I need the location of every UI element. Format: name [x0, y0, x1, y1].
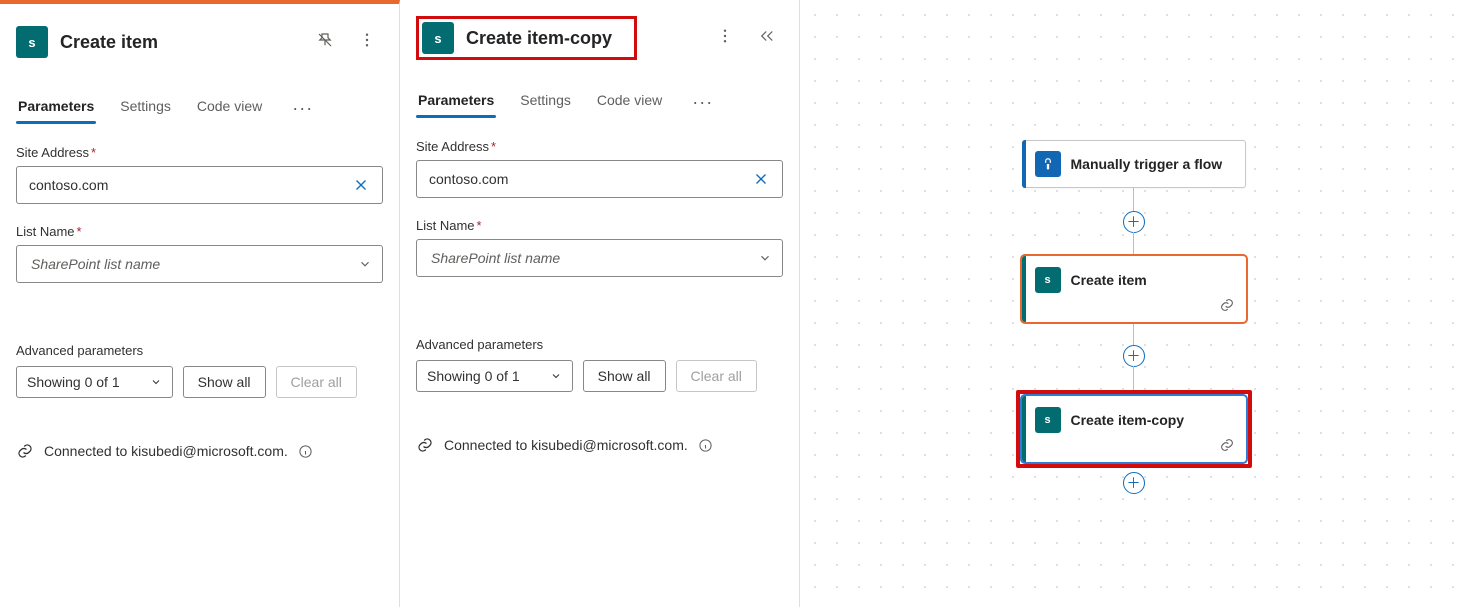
advanced-showing-select[interactable]: Showing 0 of 1	[416, 360, 573, 392]
tabs-overflow-icon[interactable]: ···	[286, 94, 319, 123]
field-list-name: List Name* SharePoint list name	[416, 218, 783, 277]
add-step-button[interactable]: ＋	[1123, 345, 1145, 367]
required-star: *	[77, 224, 82, 239]
list-name-select[interactable]: SharePoint list name	[16, 245, 383, 283]
node-title: Create item	[1071, 271, 1147, 289]
label-text: List Name	[416, 218, 475, 233]
advanced-parameters: Advanced parameters Showing 0 of 1 Show …	[16, 343, 383, 398]
more-icon[interactable]	[353, 26, 381, 54]
sharepoint-icon: s	[1035, 267, 1061, 293]
sharepoint-icon: s	[1035, 407, 1061, 433]
connection-row: Connected to kisubedi@microsoft.com.	[416, 436, 783, 454]
required-star: *	[91, 145, 96, 160]
clear-icon[interactable]	[348, 172, 374, 198]
site-address-input[interactable]	[429, 171, 748, 187]
advanced-title: Advanced parameters	[416, 337, 783, 352]
advanced-showing-select[interactable]: Showing 0 of 1	[16, 366, 173, 398]
tab-settings[interactable]: Settings	[518, 86, 573, 118]
label-text: Site Address	[416, 139, 489, 154]
advanced-showing-text: Showing 0 of 1	[27, 374, 120, 390]
connection-text: Connected to kisubedi@microsoft.com.	[44, 443, 288, 459]
advanced-title: Advanced parameters	[16, 343, 383, 358]
more-icon[interactable]	[711, 22, 739, 50]
site-address-label: Site Address*	[416, 139, 783, 154]
node-create-item-copy[interactable]: s Create item-copy	[1022, 396, 1246, 462]
tabs: Parameters Settings Code view ···	[16, 92, 383, 125]
node-accent	[1022, 396, 1026, 462]
required-star: *	[491, 139, 496, 154]
panel-title: Create item	[60, 32, 158, 53]
show-all-button[interactable]: Show all	[583, 360, 666, 392]
panel-header: s Create item-copy	[416, 16, 637, 60]
site-address-label: Site Address*	[16, 145, 383, 160]
clear-all-button: Clear all	[676, 360, 757, 392]
list-name-select[interactable]: SharePoint list name	[416, 239, 783, 277]
tab-settings[interactable]: Settings	[118, 92, 173, 124]
flow-column: Manually trigger a flow ＋ s Create item …	[1021, 140, 1247, 493]
list-name-label: List Name*	[416, 218, 783, 233]
label-text: Site Address	[16, 145, 89, 160]
collapse-icon[interactable]	[753, 22, 781, 50]
tab-code-view[interactable]: Code view	[195, 92, 264, 124]
sharepoint-icon: s	[422, 22, 454, 54]
link-icon	[1219, 297, 1235, 313]
field-site-address: Site Address*	[16, 145, 383, 204]
highlight-frame: s Create item-copy	[1016, 390, 1252, 468]
action-panel-create-item-copy: s Create item-copy Parameters Settings C…	[400, 0, 800, 607]
list-name-placeholder: SharePoint list name	[431, 250, 560, 266]
unpin-icon[interactable]	[311, 26, 339, 54]
edge	[1133, 366, 1134, 390]
tabs: Parameters Settings Code view ···	[416, 86, 783, 119]
panel-title: Create item-copy	[466, 28, 612, 49]
node-accent	[1022, 256, 1026, 322]
site-address-input-wrap[interactable]	[16, 166, 383, 204]
link-icon	[16, 442, 34, 460]
advanced-showing-text: Showing 0 of 1	[427, 368, 520, 384]
node-create-item[interactable]: s Create item	[1022, 256, 1246, 322]
list-name-placeholder: SharePoint list name	[31, 256, 160, 272]
connection-row: Connected to kisubedi@microsoft.com.	[16, 442, 383, 460]
tab-parameters[interactable]: Parameters	[16, 92, 96, 124]
list-name-label: List Name*	[16, 224, 383, 239]
tab-parameters[interactable]: Parameters	[416, 86, 496, 118]
show-all-button[interactable]: Show all	[183, 366, 266, 398]
edge	[1133, 188, 1134, 212]
field-list-name: List Name* SharePoint list name	[16, 224, 383, 283]
link-icon	[1219, 437, 1235, 453]
advanced-parameters: Advanced parameters Showing 0 of 1 Show …	[416, 337, 783, 392]
add-step-button[interactable]: ＋	[1123, 211, 1145, 233]
chevron-down-icon	[358, 257, 372, 271]
site-address-input[interactable]	[29, 177, 348, 193]
trigger-icon	[1035, 151, 1061, 177]
node-trigger[interactable]: Manually trigger a flow	[1022, 140, 1246, 188]
info-icon[interactable]	[298, 444, 313, 459]
clear-all-button: Clear all	[276, 366, 357, 398]
required-star: *	[477, 218, 482, 233]
node-accent	[1022, 140, 1026, 188]
node-title: Manually trigger a flow	[1071, 155, 1223, 173]
connection-text: Connected to kisubedi@microsoft.com.	[444, 437, 688, 453]
label-text: List Name	[16, 224, 75, 239]
link-icon	[416, 436, 434, 454]
node-title: Create item-copy	[1071, 411, 1185, 429]
designer-canvas[interactable]: Manually trigger a flow ＋ s Create item …	[800, 0, 1467, 607]
panel-header-actions	[711, 22, 781, 50]
info-icon[interactable]	[698, 438, 713, 453]
add-step-button[interactable]: ＋	[1123, 472, 1145, 494]
tab-code-view[interactable]: Code view	[595, 86, 664, 118]
site-address-input-wrap[interactable]	[416, 160, 783, 198]
tabs-overflow-icon[interactable]: ···	[686, 88, 719, 117]
edge	[1133, 232, 1134, 256]
panel-header-actions	[311, 26, 381, 54]
field-site-address: Site Address*	[416, 139, 783, 198]
edge	[1133, 322, 1134, 346]
clear-icon[interactable]	[748, 166, 774, 192]
action-panel-create-item: s Create item Parameters Settings Code v…	[0, 0, 400, 607]
chevron-down-icon	[758, 251, 772, 265]
sharepoint-icon: s	[16, 26, 48, 58]
